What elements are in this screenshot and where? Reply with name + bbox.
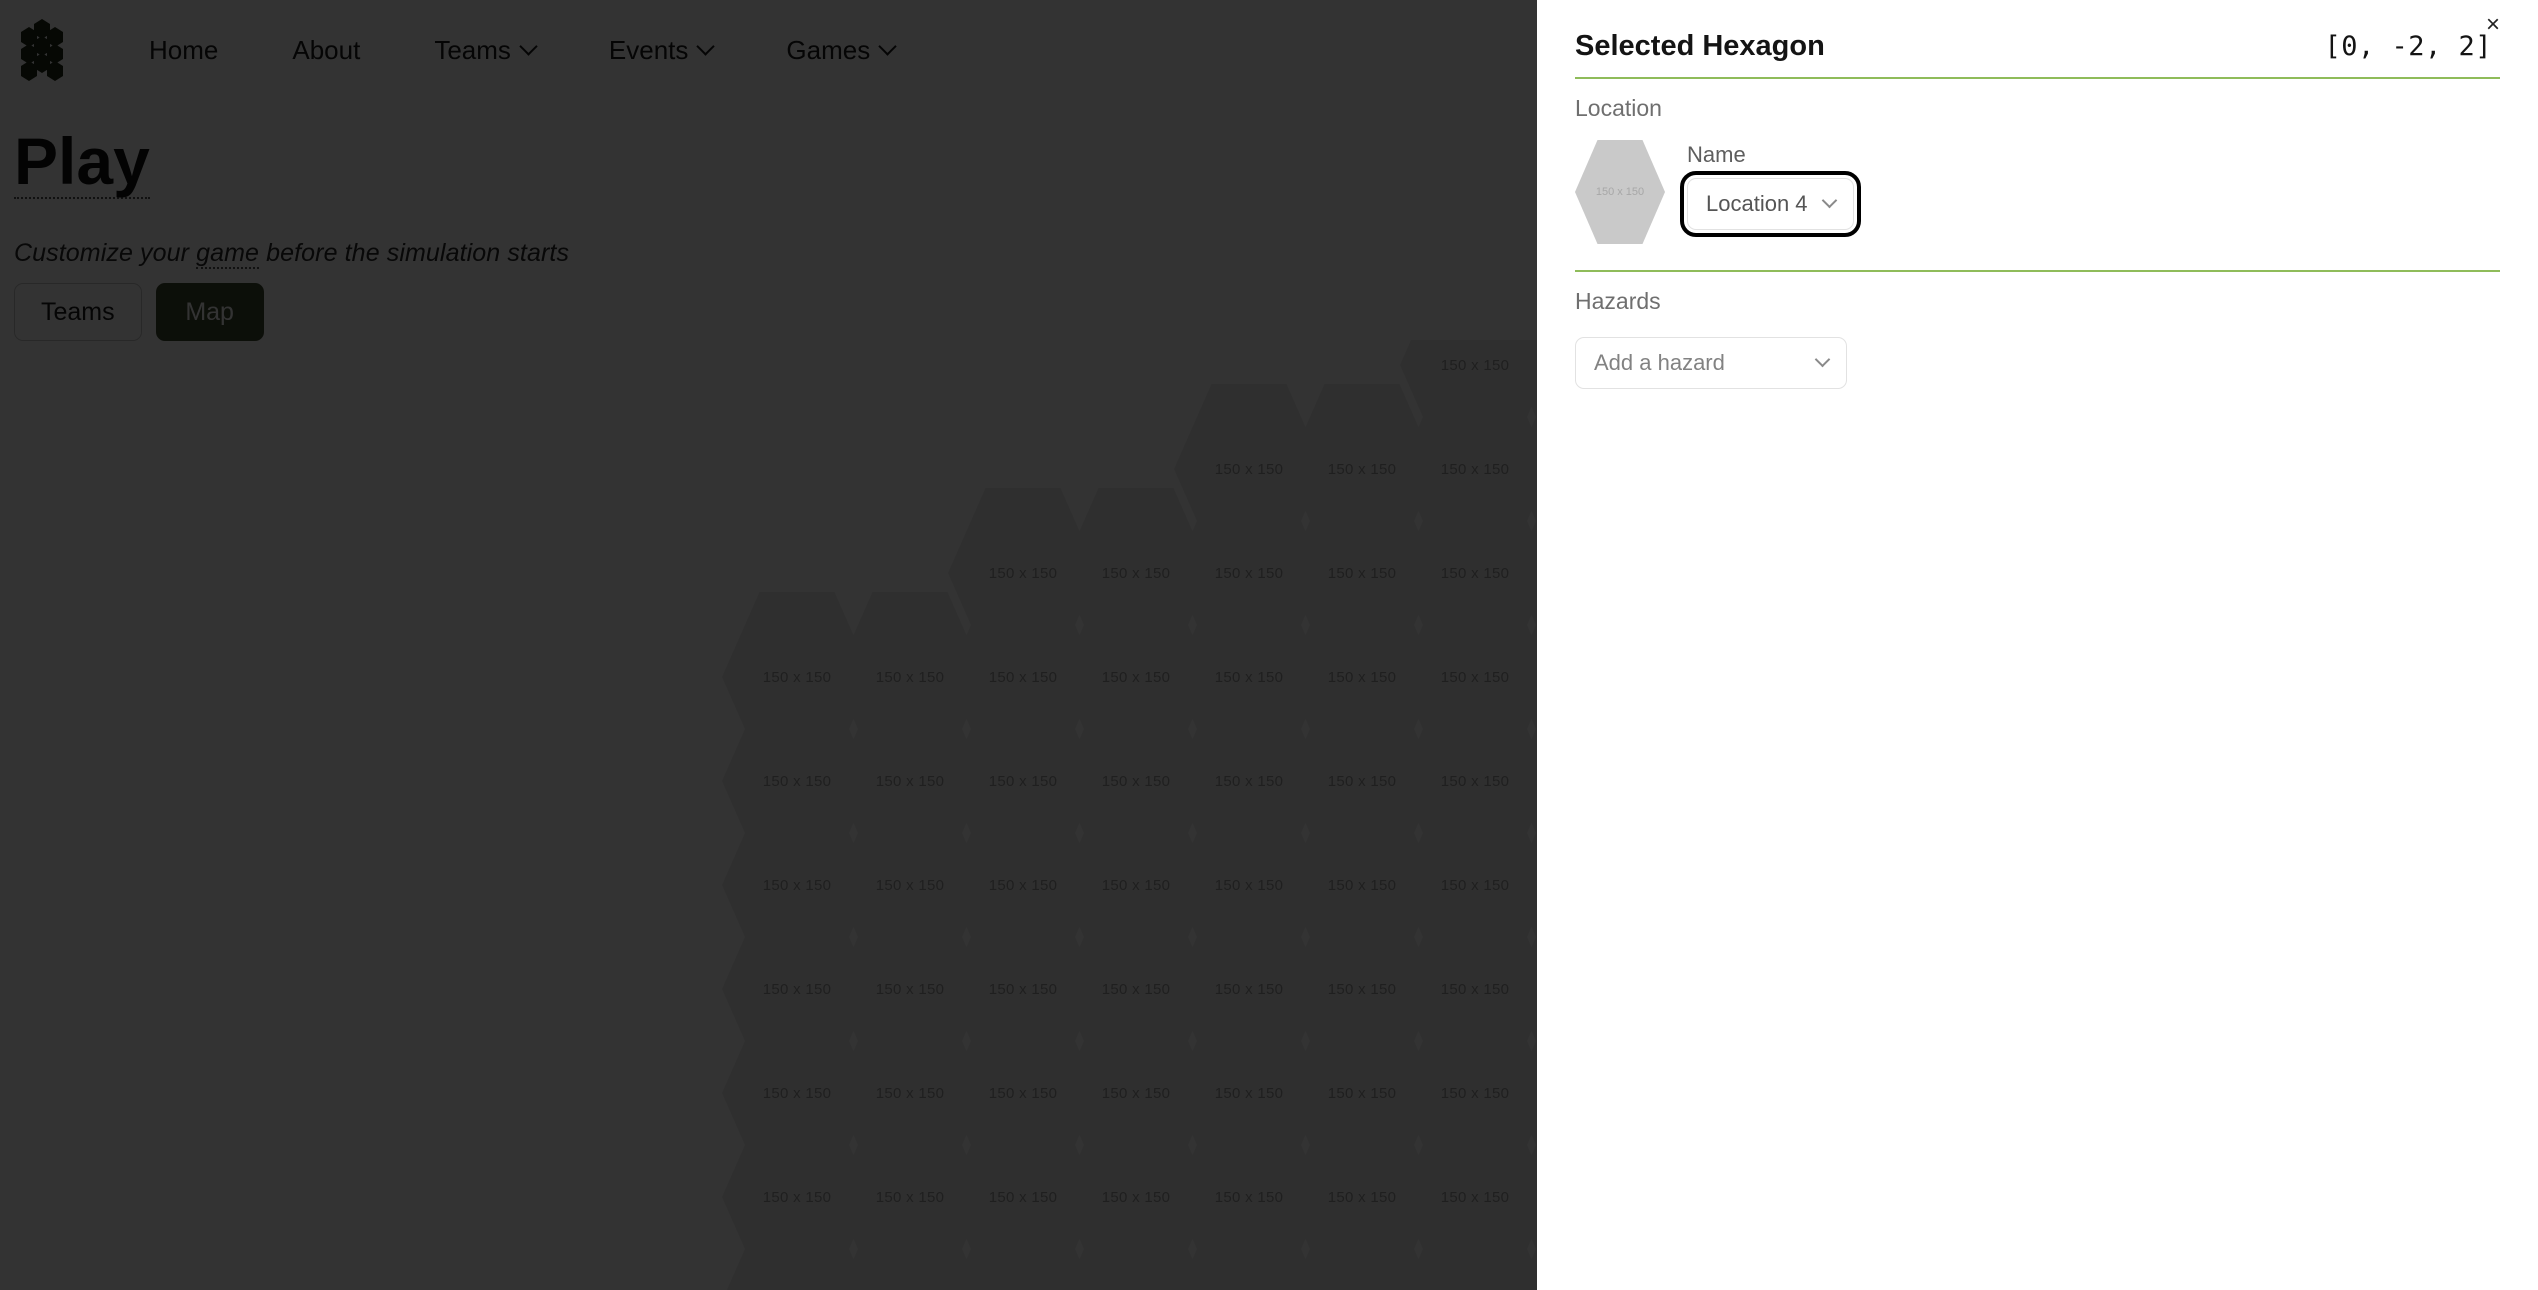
location-thumbnail-label: 150 x 150	[1595, 186, 1645, 198]
hexagon-tile-label: 150 x 150	[988, 772, 1058, 790]
nav-label: Events	[608, 34, 689, 65]
hexagon-tile-label: 150 x 150	[1214, 1084, 1284, 1102]
hexagon-tile-label: 150 x 150	[1440, 1188, 1510, 1206]
page-subtitle: Customize your game before the simulatio…	[14, 239, 570, 269]
hexagon-tile-label: 150 x 150	[1101, 668, 1171, 686]
nav-item-teams[interactable]: Teams	[397, 35, 572, 66]
hexagon-tile-label: 150 x 150	[1327, 772, 1397, 790]
hazards-section-label: Hazards	[1575, 288, 1661, 314]
hexagon-tile-label: 150 x 150	[988, 668, 1058, 686]
location-fields: Name Location 4	[1680, 140, 1861, 237]
hexagon-tile-label: 150 x 150	[875, 980, 945, 998]
view-tabs: Teams Map	[14, 283, 264, 341]
hexagon-tile-label: 150 x 150	[1214, 772, 1284, 790]
tab-teams[interactable]: Teams	[14, 283, 142, 341]
hexagon-tile-label: 150 x 150	[1101, 980, 1171, 998]
tab-label: Map	[185, 297, 234, 326]
hexagon-tile-label: 150 x 150	[1327, 1084, 1397, 1102]
nav-label: Teams	[434, 34, 511, 65]
honeycomb-logo-icon[interactable]	[14, 17, 70, 83]
chevron-down-icon	[1814, 351, 1831, 367]
hexagon-tile-label: 150 x 150	[1440, 668, 1510, 686]
hexagon-tile-label: 150 x 150	[988, 980, 1058, 998]
nav-label: About	[292, 34, 361, 65]
hexagon-tile-label: 150 x 150	[1214, 1188, 1284, 1206]
hexagon-tile-label: 150 x 150	[1327, 1188, 1397, 1206]
page-header: Play Customize your game before the simu…	[14, 124, 570, 269]
hexagon-tile-label: 150 x 150	[1440, 1084, 1510, 1102]
panel-divider-top	[1575, 77, 2500, 79]
selected-hexagon-panel: Selected Hexagon [0, -2, 2] × Location 1…	[1537, 0, 2538, 1290]
hexagon-tile-label: 150 x 150	[762, 876, 832, 894]
panel-divider-location	[1575, 270, 2500, 272]
hexagon-tile-label: 150 x 150	[1440, 980, 1510, 998]
chevron-down-icon	[1821, 192, 1837, 208]
close-icon[interactable]: ×	[2478, 10, 2508, 40]
hexagon-tile-label: 150 x 150	[1327, 876, 1397, 894]
subtitle-text-before: Customize your	[14, 239, 197, 267]
hexagon-tile-label: 150 x 150	[1101, 1084, 1171, 1102]
hexagon-tile-label: 150 x 150	[1440, 876, 1510, 894]
subtitle-link-game[interactable]: game	[196, 239, 260, 269]
hexagon-tile-label: 150 x 150	[1327, 668, 1397, 686]
tab-label: Teams	[41, 297, 115, 326]
nav-item-events[interactable]: Events	[572, 35, 750, 66]
nav-label: Games	[786, 34, 871, 65]
hexagon-tile-label: 150 x 150	[1214, 668, 1284, 686]
page-title: Play	[14, 124, 150, 199]
hexagon-tile-label: 150 x 150	[1440, 356, 1510, 374]
hexagon-tile-label: 150 x 150	[762, 1188, 832, 1206]
tab-map[interactable]: Map	[155, 283, 264, 341]
hexagon-tile-label: 150 x 150	[762, 980, 832, 998]
hexagon-tile-label: 150 x 150	[875, 772, 945, 790]
hexagon-tile-label: 150 x 150	[875, 668, 945, 686]
hexagon-tile-label: 150 x 150	[762, 668, 832, 686]
name-field-label: Name	[1687, 142, 1746, 167]
hexagon-tile-label: 150 x 150	[1214, 876, 1284, 894]
nav-label: Home	[149, 34, 219, 65]
panel-header: Selected Hexagon [0, -2, 2] ×	[1575, 0, 2500, 77]
hexagon-tile-label: 150 x 150	[1214, 564, 1284, 582]
hexagon-tile-label: 150 x 150	[762, 772, 832, 790]
location-name-value: Location 4	[1706, 191, 1808, 216]
app-root: Home About Teams Events Games Play Custo…	[0, 0, 2538, 1290]
hexagon-tile-label: 150 x 150	[1440, 564, 1510, 582]
panel-title: Selected Hexagon	[1575, 30, 1825, 62]
add-hazard-placeholder: Add a hazard	[1594, 350, 1725, 375]
location-section-label: Location	[1575, 95, 1662, 121]
chevron-down-icon	[878, 36, 897, 56]
hexagon-tile-label: 150 x 150	[1327, 564, 1397, 582]
hexagon-tile-label: 150 x 150	[1440, 772, 1510, 790]
hexagon-tile-label: 150 x 150	[1101, 876, 1171, 894]
hexagon-tile-label: 150 x 150	[875, 1188, 945, 1206]
nav-item-games[interactable]: Games	[749, 35, 931, 66]
subtitle-text-after: before the simulation starts	[259, 239, 570, 267]
hexagon-tile-label: 150 x 150	[875, 876, 945, 894]
location-thumbnail: 150 x 150	[1575, 140, 1665, 244]
hexagon-tile-label: 150 x 150	[1101, 772, 1171, 790]
hexagon-tile-label: 150 x 150	[988, 1084, 1058, 1102]
hexagon-tile-label: 150 x 150	[1101, 564, 1171, 582]
location-row: 150 x 150 Name Location 4	[1575, 140, 2500, 270]
hexagon-tile-label: 150 x 150	[1214, 980, 1284, 998]
nav-item-home[interactable]: Home	[112, 35, 255, 66]
chevron-down-icon	[696, 36, 716, 56]
hexagon-tile-label: 150 x 150	[1327, 980, 1397, 998]
hexagon-tile-label: 150 x 150	[875, 1084, 945, 1102]
hexagon-coordinates: [0, -2, 2]	[2324, 31, 2492, 62]
hexagon-tile-label: 150 x 150	[988, 564, 1058, 582]
hexagon-tile-label: 150 x 150	[988, 876, 1058, 894]
hexagon-tile-label: 150 x 150	[1327, 460, 1397, 478]
hexagon-tile-label: 150 x 150	[1214, 460, 1284, 478]
nav-item-about[interactable]: About	[255, 35, 397, 66]
hexagon-tile-label: 150 x 150	[988, 1188, 1058, 1206]
hexagon-tile-label: 150 x 150	[1440, 460, 1510, 478]
hexagon-tile-label: 150 x 150	[762, 1084, 832, 1102]
chevron-down-icon	[519, 36, 538, 56]
hexagon-tile-label: 150 x 150	[1101, 1188, 1171, 1206]
add-hazard-select[interactable]: Add a hazard	[1575, 337, 1847, 389]
location-name-select[interactable]: Location 4	[1680, 171, 1861, 237]
nav-links: Home About Teams Events Games	[112, 35, 931, 66]
